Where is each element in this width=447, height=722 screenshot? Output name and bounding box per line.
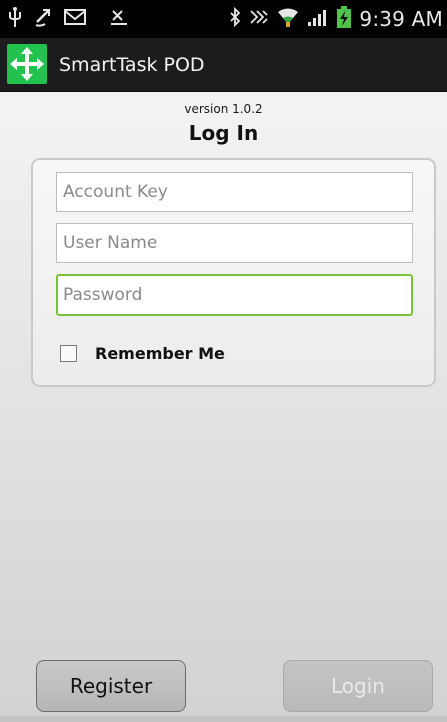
user-name-input[interactable] [56, 223, 413, 263]
bottom-divider [0, 716, 447, 722]
login-form-card: Remember Me [31, 158, 436, 387]
battery-charging-icon [337, 6, 352, 32]
action-bar: SmartTask POD [0, 38, 447, 92]
signal-icon [307, 7, 329, 31]
bluetooth-icon [229, 6, 241, 31]
app-title: SmartTask POD [59, 54, 205, 76]
status-bar-notifications [8, 0, 140, 38]
page-title: Log In [188, 121, 259, 145]
missed-call-icon [110, 8, 128, 30]
password-input[interactable] [56, 274, 413, 316]
remember-me-row[interactable]: Remember Me [60, 342, 225, 364]
remember-me-label: Remember Me [95, 343, 225, 363]
status-bar: 9:39 AM [0, 0, 447, 38]
sync-icon [34, 7, 52, 31]
usb-icon [8, 6, 22, 32]
gmail-icon [64, 8, 86, 30]
version-label: version 1.0.2 [184, 102, 263, 116]
status-time: 9:39 AM [359, 7, 443, 31]
register-button[interactable]: Register [36, 660, 186, 712]
nfc-icon [249, 9, 269, 29]
wifi-icon [277, 6, 299, 32]
account-key-input[interactable] [56, 172, 413, 212]
login-screen: version 1.0.2 Log In Remember Me Registe… [0, 92, 447, 722]
status-bar-system: 9:39 AM [229, 0, 443, 38]
remember-me-checkbox[interactable] [60, 344, 77, 362]
smarttask-logo-icon [7, 44, 47, 84]
login-button[interactable]: Login [283, 660, 433, 712]
